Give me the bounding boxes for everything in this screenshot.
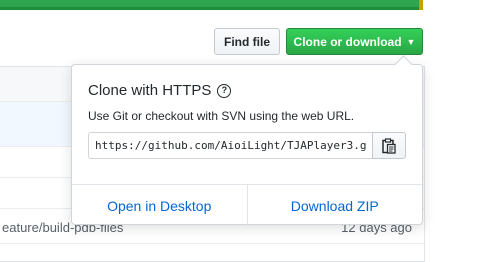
popover-footer: Open in Desktop Download ZIP — [72, 184, 422, 226]
clipboard-icon — [382, 137, 396, 154]
clone-or-download-button[interactable]: Clone or download ▼ — [286, 28, 423, 55]
question-circle-icon[interactable]: ? — [217, 83, 232, 98]
popover-title-text: Clone with HTTPS — [88, 82, 212, 99]
download-zip-button[interactable]: Download ZIP — [246, 185, 423, 226]
clone-popover: Clone with HTTPS ? Use Git or checkout w… — [71, 55, 423, 226]
popover-description: Use Git or checkout with SVN using the w… — [88, 109, 355, 123]
open-in-desktop-label: Open in Desktop — [107, 197, 212, 214]
open-in-desktop-button[interactable]: Open in Desktop — [72, 185, 247, 226]
popover-title: Clone with HTTPS ? — [88, 82, 232, 99]
find-file-button[interactable]: Find file — [214, 28, 280, 55]
clone-or-download-label: Clone or download — [293, 34, 402, 49]
copy-url-button[interactable] — [372, 132, 406, 159]
download-zip-label: Download ZIP — [290, 197, 379, 214]
caret-down-icon: ▼ — [406, 36, 416, 47]
find-file-label: Find file — [224, 34, 270, 49]
language-bar — [0, 0, 423, 10]
clone-url-group — [88, 132, 406, 159]
popover-arrow — [394, 55, 413, 74]
clone-url-input[interactable] — [88, 132, 372, 159]
language-bar-segment — [419, 0, 423, 10]
